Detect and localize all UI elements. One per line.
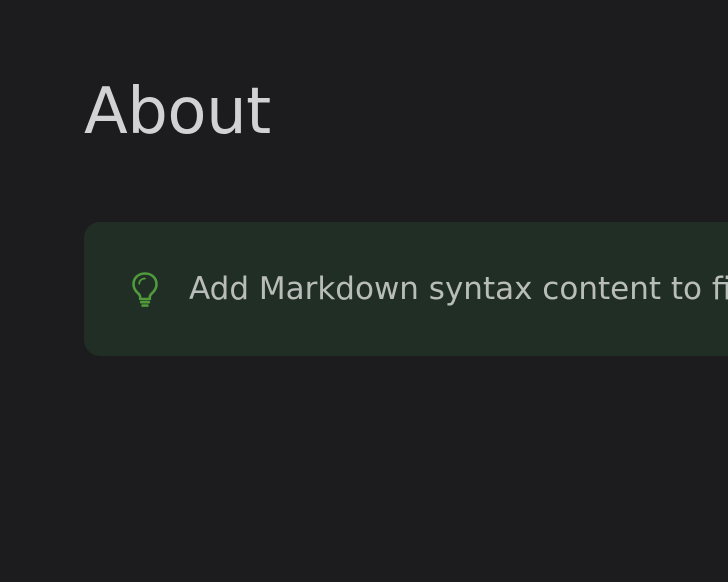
page-title: About	[84, 75, 271, 149]
tip-callout: Add Markdown syntax content to file	[84, 222, 728, 356]
tip-text: Add Markdown syntax content to file	[189, 271, 728, 307]
lightbulb-icon	[130, 270, 160, 308]
page: About Add Markdown syntax content to fil…	[0, 0, 728, 582]
